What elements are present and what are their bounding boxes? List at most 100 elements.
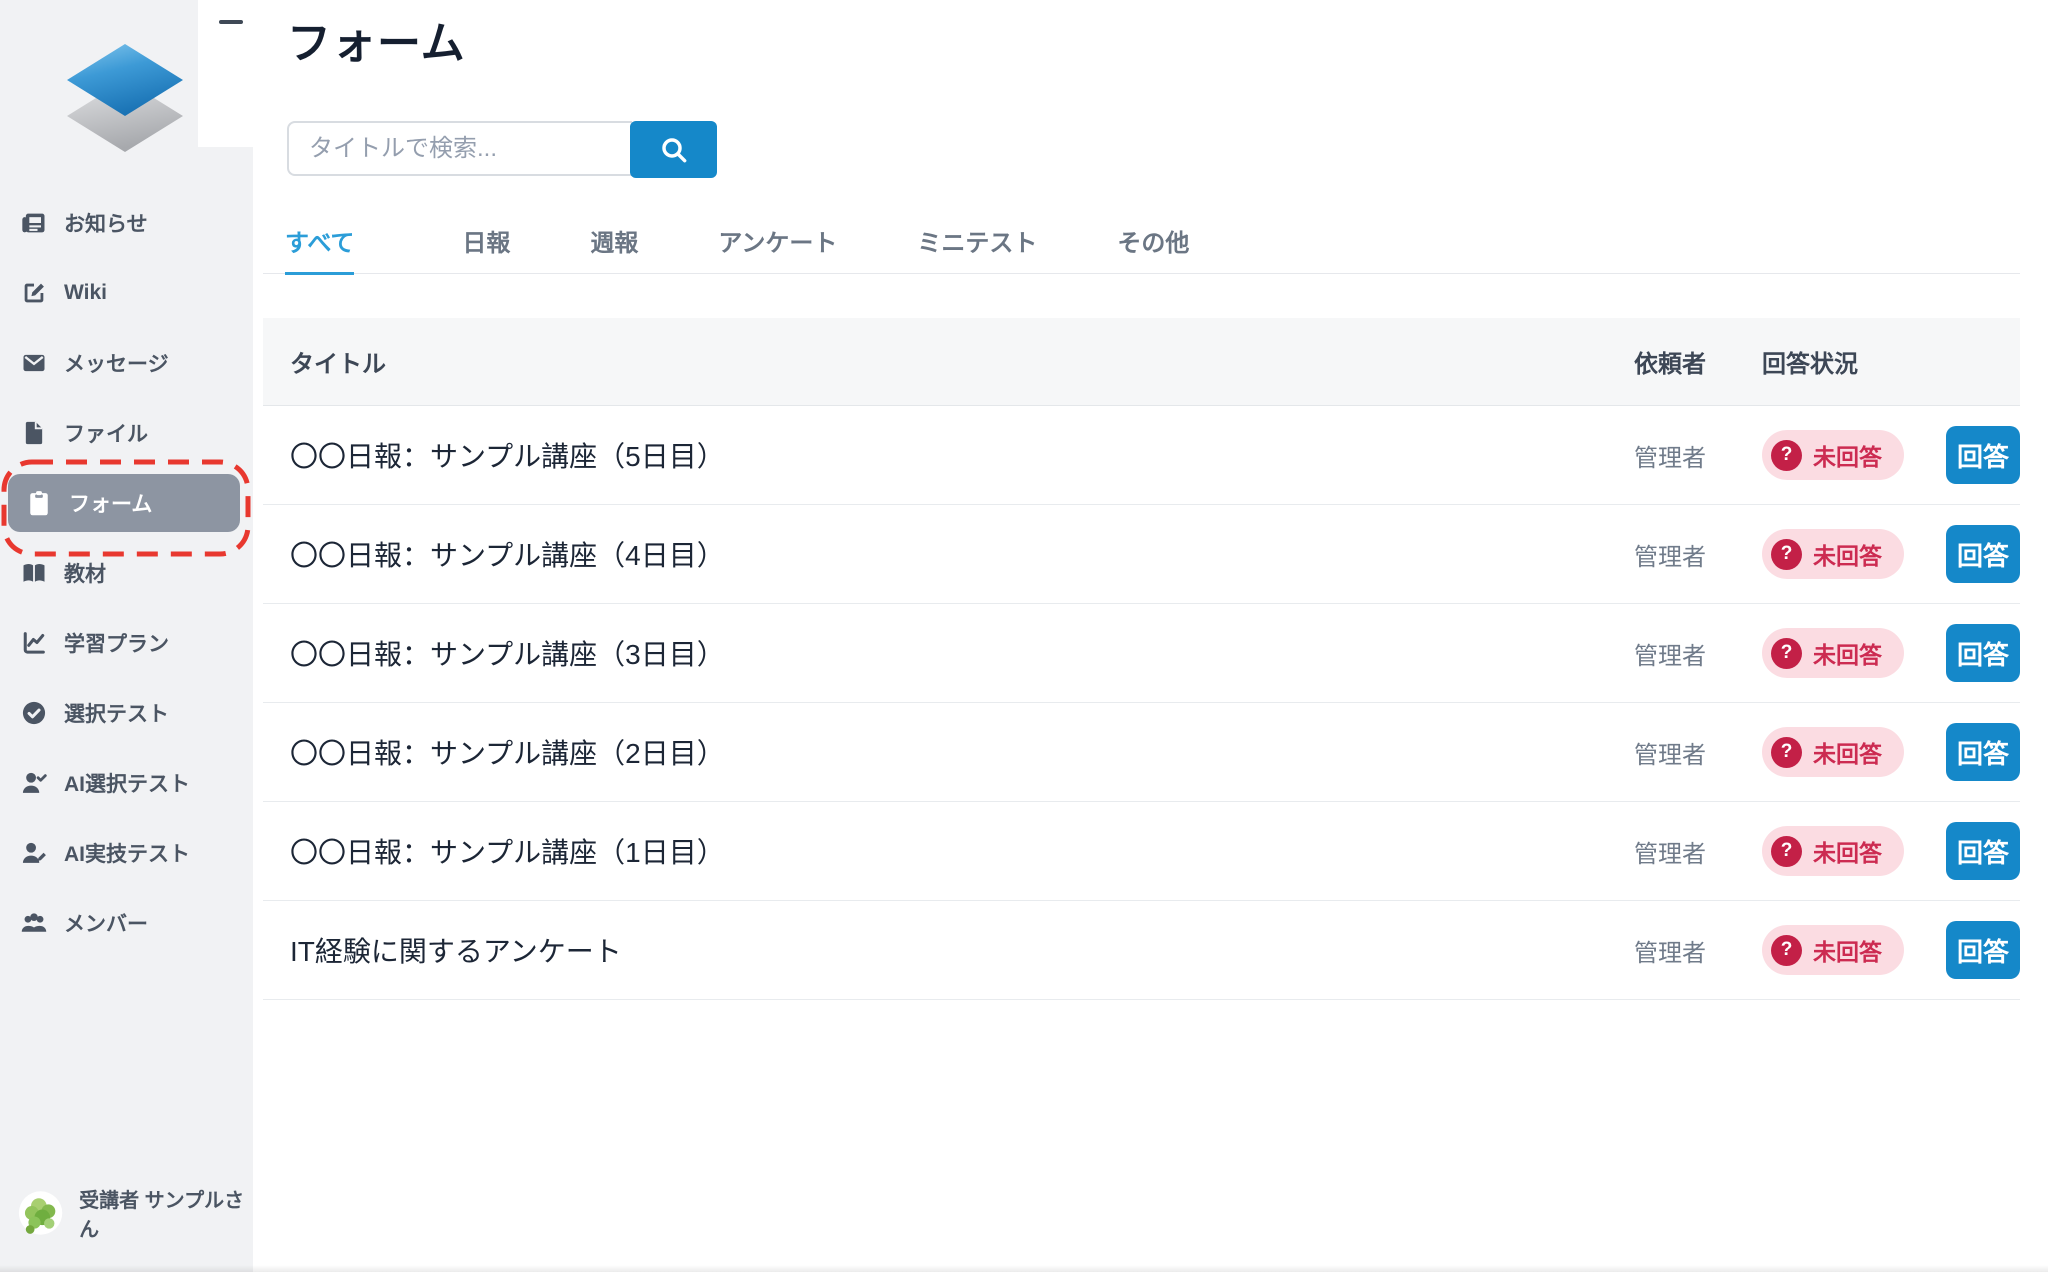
sidebar-item-announcements[interactable]: お知らせ bbox=[0, 188, 253, 258]
sidebar-item-label: お知らせ bbox=[64, 208, 148, 238]
status-label: 未回答 bbox=[1813, 438, 1882, 472]
users-icon bbox=[20, 909, 48, 937]
answer-button[interactable]: 回答 bbox=[1946, 426, 2020, 484]
user-pen-icon bbox=[20, 839, 48, 867]
sidebar-item-ai-choice-test[interactable]: AI選択テスト bbox=[0, 748, 253, 818]
form-requester: 管理者 bbox=[1634, 933, 1762, 968]
sidebar-item-label: メッセージ bbox=[64, 348, 169, 378]
form-requester: 管理者 bbox=[1634, 537, 1762, 572]
table-row: 〇〇日報：サンプル講座（1日目）管理者?未回答回答 bbox=[263, 802, 2020, 901]
sidebar-user[interactable]: 受講者 サンプルさん bbox=[18, 1184, 253, 1242]
status-label: 未回答 bbox=[1813, 834, 1882, 868]
sidebar-item-wiki[interactable]: Wiki bbox=[0, 258, 253, 328]
tab-all[interactable]: すべて bbox=[285, 223, 354, 275]
envelope-icon bbox=[20, 349, 48, 377]
answer-button[interactable]: 回答 bbox=[1946, 921, 2020, 979]
book-open-icon bbox=[20, 559, 48, 587]
table-body: 〇〇日報：サンプル講座（5日目）管理者?未回答回答〇〇日報：サンプル講座（4日目… bbox=[263, 406, 2020, 1000]
green-cluster-avatar-icon bbox=[18, 1189, 63, 1237]
check-circle-icon bbox=[20, 699, 48, 727]
status-pill: ? 未回答 bbox=[1762, 628, 1904, 678]
question-badge-icon: ? bbox=[1771, 638, 1802, 669]
sidebar-item-files[interactable]: ファイル bbox=[0, 398, 253, 468]
status-pill: ?未回答 bbox=[1762, 727, 1904, 777]
clipboard-icon bbox=[25, 489, 53, 517]
sidebar-item-materials[interactable]: 教材 bbox=[0, 538, 253, 608]
page-title: フォーム bbox=[287, 16, 466, 72]
tab-daily-report[interactable]: 日報 bbox=[462, 223, 510, 275]
column-header-status: 回答状況 bbox=[1762, 344, 2020, 379]
form-status-cell: ? 未回答 回答 bbox=[1762, 426, 2020, 484]
form-status-cell: ? 未回答 回答 bbox=[1762, 921, 2020, 979]
answer-button[interactable]: 回答 bbox=[1946, 723, 2020, 781]
sidebar-item-label: 選択テスト bbox=[64, 698, 169, 728]
column-header-requester: 依頼者 bbox=[1634, 344, 1762, 379]
answer-button[interactable]: 回答 bbox=[1946, 822, 2020, 880]
sidebar-item-label: AI実技テスト bbox=[64, 838, 190, 868]
tab-survey[interactable]: アンケート bbox=[718, 223, 837, 275]
search-button[interactable] bbox=[630, 121, 717, 178]
question-badge-icon: ? bbox=[1771, 539, 1802, 570]
form-title: 〇〇日報：サンプル講座（5日目） bbox=[263, 435, 1634, 475]
form-requester: 管理者 bbox=[1634, 438, 1762, 473]
app-root: お知らせWikiメッセージファイルフォーム教材学習プラン選択テストAI選択テスト… bbox=[0, 0, 2048, 1272]
tab-other[interactable]: その他 bbox=[1117, 223, 1189, 275]
form-title: 〇〇日報：サンプル講座（2日目） bbox=[263, 732, 1634, 772]
column-header-title: タイトル bbox=[263, 344, 1634, 379]
form-title: 〇〇日報：サンプル講座（1日目） bbox=[263, 831, 1634, 871]
form-status-cell: ?未回答回答 bbox=[1762, 723, 2020, 781]
status-pill: ? 未回答 bbox=[1762, 925, 1904, 975]
minus-icon bbox=[219, 20, 243, 24]
magnifier-icon bbox=[658, 134, 690, 166]
tab-bar: すべて 日報 週報 アンケート ミニテスト その他 bbox=[263, 210, 2020, 274]
sidebar-item-label: Wiki bbox=[64, 281, 107, 305]
table-row: 〇〇日報：サンプル講座（4日目）管理者? 未回答 回答 bbox=[263, 505, 2020, 604]
table-row: 〇〇日報：サンプル講座（3日目）管理者? 未回答 回答 bbox=[263, 604, 2020, 703]
sidebar-collapse-button[interactable] bbox=[212, 8, 250, 36]
status-pill: ? 未回答 bbox=[1762, 529, 1904, 579]
sidebar-item-learning-plan[interactable]: 学習プラン bbox=[0, 608, 253, 678]
question-badge-icon: ? bbox=[1771, 935, 1802, 966]
table-row: 〇〇日報：サンプル講座（5日目）管理者? 未回答 回答 bbox=[263, 406, 2020, 505]
tab-weekly-report[interactable]: 週報 bbox=[590, 223, 638, 275]
form-title: IT経験に関するアンケート bbox=[263, 930, 1634, 970]
form-requester: 管理者 bbox=[1634, 636, 1762, 671]
sidebar-nav: お知らせ Wiki メッセージファイルフォーム教材学習プラン選択テスト AI選択テスト… bbox=[0, 188, 253, 958]
question-badge-icon: ? bbox=[1771, 836, 1802, 867]
form-title: 〇〇日報：サンプル講座（4日目） bbox=[263, 534, 1634, 574]
form-status-cell: ? 未回答 回答 bbox=[1762, 525, 2020, 583]
forms-table: タイトル 依頼者 回答状況 〇〇日報：サンプル講座（5日目）管理者?未回答回答〇… bbox=[263, 318, 2020, 1000]
status-label: 未回答 bbox=[1813, 735, 1882, 769]
sidebar-item-label: AI選択テスト bbox=[64, 768, 190, 798]
sidebar-item-members[interactable]: メンバー bbox=[0, 888, 253, 958]
search-bar bbox=[287, 121, 717, 178]
user-check-icon bbox=[20, 769, 48, 797]
table-header: タイトル 依頼者 回答状況 bbox=[263, 318, 2020, 406]
answer-button[interactable]: 回答 bbox=[1946, 525, 2020, 583]
sidebar-item-label: ファイル bbox=[64, 418, 148, 448]
sidebar-item-forms[interactable]: フォーム bbox=[8, 474, 240, 532]
sidebar-item-ai-practical-test[interactable]: AI実技テスト bbox=[0, 818, 253, 888]
status-pill: ? 未回答 bbox=[1762, 430, 1904, 480]
status-label: 未回答 bbox=[1813, 537, 1882, 571]
newspaper-icon bbox=[20, 209, 48, 237]
sidebar-item-messages[interactable]: メッセージ bbox=[0, 328, 253, 398]
form-title: 〇〇日報：サンプル講座（3日目） bbox=[263, 633, 1634, 673]
pen-square-icon bbox=[20, 279, 48, 307]
tab-mini-test[interactable]: ミニテスト bbox=[917, 223, 1037, 275]
layers-logo-icon bbox=[55, 38, 195, 154]
chart-line-icon bbox=[20, 629, 48, 657]
form-status-cell: ? 未回答 回答 bbox=[1762, 624, 2020, 682]
sidebar-item-label: フォーム bbox=[69, 488, 152, 518]
status-label: 未回答 bbox=[1813, 933, 1882, 967]
sidebar-item-label: 教材 bbox=[64, 558, 106, 588]
status-label: 未回答 bbox=[1813, 636, 1882, 670]
sidebar-item-choice-test[interactable]: 選択テスト bbox=[0, 678, 253, 748]
answer-button[interactable]: 回答 bbox=[1946, 624, 2020, 682]
sidebar-item-label: 学習プラン bbox=[64, 628, 169, 658]
status-pill: ? 未回答 bbox=[1762, 826, 1904, 876]
window-bottom-edge bbox=[0, 1265, 2048, 1272]
question-badge-icon: ? bbox=[1771, 440, 1802, 471]
search-input[interactable] bbox=[287, 121, 632, 176]
table-row: IT経験に関するアンケート管理者? 未回答 回答 bbox=[263, 901, 2020, 1000]
